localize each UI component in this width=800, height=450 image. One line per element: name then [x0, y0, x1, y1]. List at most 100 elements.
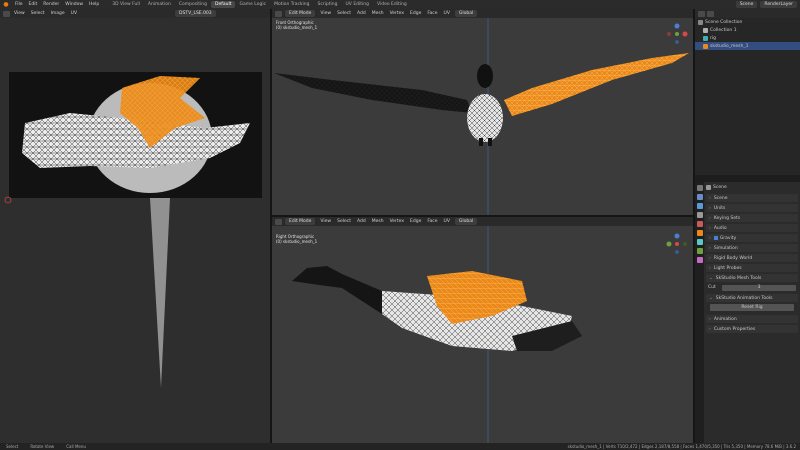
mode-selector[interactable]: Edit Mode [285, 10, 316, 17]
outliner-row-scene-collection[interactable]: Scene Collection [695, 18, 800, 26]
world-tab-icon[interactable] [696, 221, 703, 227]
workspace-tabs: 3D View Full Animation Compositing Defau… [108, 1, 410, 8]
reset-rig-button[interactable]: Reset Rig [710, 304, 794, 311]
vp-menu-vertex[interactable]: Vertex [387, 11, 407, 16]
panel-simulation[interactable]: › Simulation [706, 244, 798, 252]
editor-type-icon[interactable] [275, 10, 282, 17]
left-wing-wire [274, 73, 472, 113]
left-foot [479, 138, 483, 146]
panel-scene[interactable]: › Scene [706, 194, 798, 202]
cut-value-field[interactable]: 3 [722, 284, 796, 291]
navigation-gizmo-icon[interactable] [665, 232, 689, 256]
img-menu-uv[interactable]: UV [68, 11, 80, 16]
collection-icon [703, 27, 708, 33]
menu-file[interactable]: File [12, 2, 26, 7]
vp-menu-uv[interactable]: UV [441, 219, 453, 224]
output-tab-icon[interactable] [696, 203, 703, 209]
view-layer-selector[interactable]: RenderLayer [760, 1, 797, 8]
scene-selector[interactable]: Scene [735, 1, 758, 8]
vp-menu-select[interactable]: Select [334, 219, 354, 224]
vp-menu-edge[interactable]: Edge [407, 11, 424, 16]
right-wing-wire [504, 53, 689, 116]
image-editor-canvas[interactable] [0, 18, 270, 443]
panel-units[interactable]: › Units [706, 204, 798, 212]
panel-mesh-tools[interactable]: ⌄ SkStudio Mesh Tools [706, 274, 798, 282]
tool-tab-icon[interactable] [696, 185, 703, 191]
vp-menu-edge[interactable]: Edge [407, 219, 424, 224]
right-foot [488, 138, 492, 146]
panel-keying-sets[interactable]: › Keying Sets [706, 214, 798, 222]
uv-spike [150, 198, 170, 388]
img-menu-view[interactable]: View [11, 11, 28, 16]
panel-animation-tools[interactable]: ⌄ SkStudio Animation Tools [706, 294, 798, 302]
vp-menu-select[interactable]: Select [334, 11, 354, 16]
object-tab-icon[interactable] [696, 230, 703, 236]
tab-scripting[interactable]: Scripting [314, 1, 342, 8]
filter-icon[interactable] [707, 10, 714, 17]
img-menu-image[interactable]: Image [48, 11, 68, 16]
viewport-front[interactable]: Front Orthographic (0) skstudio_mesh_1 [272, 18, 693, 215]
outliner-props-divider[interactable] [695, 175, 800, 182]
panel-animation[interactable]: › Animation [706, 315, 798, 323]
top-menu-bar: ● File Edit Render Window Help 3D View F… [0, 0, 800, 9]
vp-menu-view[interactable]: View [317, 219, 334, 224]
tab-uv-editing[interactable]: UV Editing [342, 1, 373, 8]
collection-icon [698, 19, 703, 25]
menu-window[interactable]: Window [62, 2, 86, 7]
status-call-menu: Call Menu [66, 444, 86, 449]
outliner: Scene Collection Collection 1 rig skstud… [695, 18, 800, 175]
tab-video-editing[interactable]: Video Editing [373, 1, 411, 8]
modifier-tab-icon[interactable] [696, 239, 703, 245]
panel-gravity[interactable]: › Gravity [706, 234, 798, 242]
outliner-row-rig[interactable]: rig [695, 34, 800, 42]
menu-help[interactable]: Help [86, 2, 102, 7]
panel-light-probes[interactable]: › Light Probes [706, 264, 798, 272]
panel-audio[interactable]: › Audio [706, 224, 798, 232]
tab-3d-view-full[interactable]: 3D View Full [108, 1, 144, 8]
vp-menu-add[interactable]: Add [354, 219, 369, 224]
status-stats: skstudio_mesh_1 | Verts 710/2,472 | Edge… [567, 444, 796, 449]
scene-icon [706, 184, 711, 190]
2d-cursor-icon [4, 196, 12, 204]
tab-motion-tracking[interactable]: Motion Tracking [270, 1, 313, 8]
data-tab-icon[interactable] [696, 248, 703, 254]
panel-custom-properties[interactable]: › Custom Properties [706, 325, 798, 333]
transform-orientation[interactable]: Global [454, 10, 478, 17]
tab-default[interactable]: Default [211, 1, 236, 8]
vp-menu-view[interactable]: View [317, 11, 334, 16]
tab-game-logic[interactable]: Game Logic [235, 1, 270, 8]
vp-menu-mesh[interactable]: Mesh [369, 219, 387, 224]
gravity-checkbox[interactable] [713, 236, 718, 240]
outliner-row-mesh[interactable]: skstudio_mesh_1 [695, 42, 800, 50]
render-tab-icon[interactable] [696, 194, 703, 200]
viewport-bottom-header: Edit Mode View Select Add Mesh Vertex Ed… [272, 217, 693, 226]
tab-animation[interactable]: Animation [144, 1, 175, 8]
goose-head-front [477, 64, 493, 88]
outliner-row-collection[interactable]: Collection 1 [695, 26, 800, 34]
cut-field-row: Cut 3 [708, 284, 796, 291]
vp-menu-vertex[interactable]: Vertex [387, 219, 407, 224]
menu-render[interactable]: Render [40, 2, 62, 7]
viewport-top-header: Edit Mode View Select Add Mesh Vertex Ed… [272, 9, 693, 18]
vp-menu-mesh[interactable]: Mesh [369, 11, 387, 16]
mode-selector[interactable]: Edit Mode [285, 218, 316, 225]
panel-rigid-body-world[interactable]: › Rigid Body World [706, 254, 798, 262]
vp-menu-uv[interactable]: UV [441, 11, 453, 16]
editor-type-icon[interactable] [275, 218, 282, 225]
image-name-field[interactable]: DSTV_LSE.003 [175, 10, 216, 17]
transform-orientation[interactable]: Global [454, 218, 478, 225]
scene-tab-icon[interactable] [696, 212, 703, 218]
menu-edit[interactable]: Edit [26, 2, 41, 7]
status-rotate-view: Rotate View [30, 444, 55, 449]
blender-logo-icon[interactable]: ● [2, 1, 10, 8]
img-menu-select[interactable]: Select [28, 11, 48, 16]
vp-menu-face[interactable]: Face [424, 219, 440, 224]
viewport-right[interactable]: Right Orthographic (0) skstudio_mesh_1 [272, 226, 693, 443]
navigation-gizmo-icon[interactable] [665, 22, 689, 46]
editor-type-icon[interactable] [3, 10, 10, 17]
vp-menu-face[interactable]: Face [424, 11, 440, 16]
editor-type-icon[interactable] [698, 10, 705, 17]
vp-menu-add[interactable]: Add [354, 11, 369, 16]
material-tab-icon[interactable] [696, 257, 703, 263]
tab-compositing[interactable]: Compositing [175, 1, 211, 8]
